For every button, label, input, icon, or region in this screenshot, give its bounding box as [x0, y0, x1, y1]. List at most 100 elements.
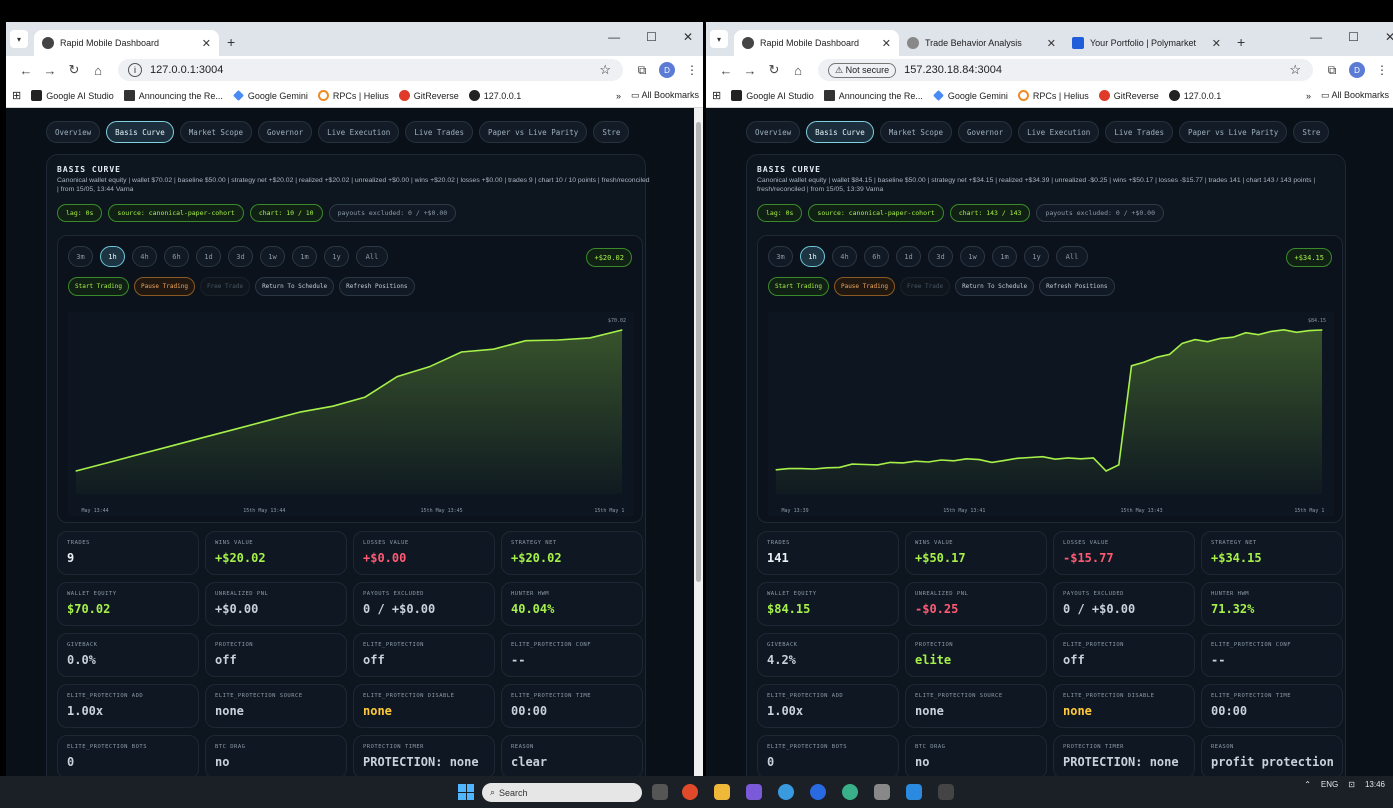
maximize-icon[interactable]: ☐ — [1348, 30, 1359, 44]
tab-stre[interactable]: Stre — [1293, 121, 1330, 143]
return-to-schedule-button[interactable]: Return To Schedule — [255, 277, 335, 296]
tab-governor[interactable]: Governor — [957, 121, 1013, 143]
range-3m[interactable]: 3m — [68, 246, 93, 267]
extensions-icon[interactable]: ⧉ — [1321, 63, 1343, 78]
close-window-icon[interactable]: ✕ — [683, 30, 693, 44]
task-view-icon[interactable] — [652, 784, 668, 800]
more-bookmarks-icon[interactable]: » — [616, 91, 621, 101]
range-1w[interactable]: 1w — [960, 246, 985, 267]
range-1y[interactable]: 1y — [324, 246, 349, 267]
range-all[interactable]: All — [1056, 246, 1088, 267]
app-icon[interactable] — [874, 784, 890, 800]
tab-search-icon[interactable]: ▾ — [710, 30, 728, 48]
range-6h[interactable]: 6h — [864, 246, 889, 267]
pause-trading-button[interactable]: Pause Trading — [833, 277, 895, 296]
bookmark-item[interactable]: 127.0.0.1 — [468, 90, 521, 101]
range-4h[interactable]: 4h — [132, 246, 157, 267]
bookmark-item[interactable]: RPCs | Helius — [1017, 90, 1089, 101]
network-icon[interactable]: ⊡ — [1348, 780, 1355, 789]
clock[interactable]: 13:46 — [1365, 780, 1385, 789]
range-1m[interactable]: 1m — [292, 246, 317, 267]
range-3m[interactable]: 3m — [768, 246, 793, 267]
tab-stre[interactable]: Stre — [593, 121, 630, 143]
reload-icon[interactable]: ↻ — [62, 62, 86, 78]
tab-market-scope[interactable]: Market Scope — [179, 121, 252, 143]
range-1d[interactable]: 1d — [896, 246, 921, 267]
start-trading-button[interactable]: Start Trading — [68, 277, 129, 296]
range-1d[interactable]: 1d — [196, 246, 221, 267]
refresh-positions-button[interactable]: Refresh Positions — [339, 277, 415, 296]
close-tab-icon[interactable]: ✕ — [202, 37, 211, 50]
home-icon[interactable]: ⌂ — [86, 63, 110, 78]
back-icon[interactable]: ← — [14, 63, 38, 78]
bookmark-item[interactable]: Google AI Studio — [31, 90, 114, 101]
range-all[interactable]: All — [356, 246, 388, 267]
close-tab-icon[interactable]: ✕ — [882, 37, 891, 50]
app-icon[interactable] — [810, 784, 826, 800]
range-3d[interactable]: 3d — [928, 246, 953, 267]
app-icon[interactable] — [682, 784, 698, 800]
tab-live-execution[interactable]: Live Execution — [318, 121, 400, 143]
tab-basis-curve[interactable]: Basis Curve — [806, 121, 874, 143]
site-info-icon[interactable]: i — [128, 63, 142, 77]
tab-governor[interactable]: Governor — [257, 121, 313, 143]
close-tab-icon[interactable]: ✕ — [1212, 37, 1221, 50]
tab-live-execution[interactable]: Live Execution — [1018, 121, 1100, 143]
start-trading-button[interactable]: Start Trading — [768, 277, 829, 296]
apps-icon[interactable]: ⊞ — [712, 89, 721, 102]
more-bookmarks-icon[interactable]: » — [1306, 91, 1311, 101]
browser-tab[interactable]: Rapid Mobile Dashboard ✕ — [734, 30, 899, 56]
app-icon[interactable] — [746, 784, 762, 800]
bookmark-star-icon[interactable]: ☆ — [599, 62, 611, 78]
scrollbar-thumb[interactable] — [696, 122, 701, 582]
bookmark-item[interactable]: Announcing the Re... — [123, 90, 223, 101]
address-bar[interactable]: ⚠ Not secure 157.230.18.84:3004 ☆ — [818, 59, 1313, 81]
tab-paper-vs-live-parity[interactable]: Paper vs Live Parity — [1179, 121, 1288, 143]
tray-chevron-icon[interactable]: ⌃ — [1304, 780, 1311, 789]
minimize-icon[interactable]: — — [1310, 30, 1322, 44]
tab-live-trades[interactable]: Live Trades — [405, 121, 473, 143]
free-trade-button[interactable]: Free Trade — [199, 277, 251, 296]
apps-icon[interactable]: ⊞ — [12, 89, 21, 102]
range-1y[interactable]: 1y — [1024, 246, 1049, 267]
range-4h[interactable]: 4h — [832, 246, 857, 267]
bookmark-item[interactable]: Google Gemini — [232, 90, 308, 101]
forward-icon[interactable]: → — [738, 63, 762, 78]
tab-market-scope[interactable]: Market Scope — [879, 121, 952, 143]
bookmark-item[interactable]: Google AI Studio — [731, 90, 814, 101]
range-1w[interactable]: 1w — [260, 246, 285, 267]
bookmark-star-icon[interactable]: ☆ — [1289, 62, 1301, 78]
profile-avatar[interactable]: D — [1349, 62, 1365, 78]
tab-paper-vs-live-parity[interactable]: Paper vs Live Parity — [479, 121, 588, 143]
bookmark-item[interactable]: RPCs | Helius — [317, 90, 389, 101]
terminal-icon[interactable] — [938, 784, 954, 800]
app-icon[interactable] — [906, 784, 922, 800]
bookmark-item[interactable]: Google Gemini — [932, 90, 1008, 101]
new-tab-button[interactable]: + — [1237, 34, 1245, 50]
menu-icon[interactable]: ⋮ — [1371, 63, 1393, 77]
bookmark-item[interactable]: 127.0.0.1 — [1168, 90, 1221, 101]
range-1h[interactable]: 1h — [100, 246, 125, 267]
edge-icon[interactable] — [842, 784, 858, 800]
return-to-schedule-button[interactable]: Return To Schedule — [955, 277, 1035, 296]
windows-start-icon[interactable] — [458, 784, 474, 800]
forward-icon[interactable]: → — [38, 63, 62, 78]
all-bookmarks[interactable]: ▭ All Bookmarks — [631, 90, 699, 101]
taskbar-search[interactable]: ⌕ Search — [482, 783, 642, 802]
close-tab-icon[interactable]: ✕ — [1047, 37, 1056, 50]
browser-tab[interactable]: Your Portfolio | Polymarket ✕ — [1064, 30, 1229, 56]
refresh-positions-button[interactable]: Refresh Positions — [1039, 277, 1115, 296]
profile-avatar[interactable]: D — [659, 62, 675, 78]
bookmark-item[interactable]: GitReverse — [1098, 90, 1159, 101]
minimize-icon[interactable]: — — [608, 30, 620, 44]
tab-overview[interactable]: Overview — [746, 121, 801, 143]
extensions-icon[interactable]: ⧉ — [631, 63, 653, 78]
range-3d[interactable]: 3d — [228, 246, 253, 267]
home-icon[interactable]: ⌂ — [786, 63, 810, 78]
browser-tab[interactable]: Trade Behavior Analysis ✕ — [899, 30, 1064, 56]
range-1m[interactable]: 1m — [992, 246, 1017, 267]
tab-basis-curve[interactable]: Basis Curve — [106, 121, 174, 143]
new-tab-button[interactable]: + — [227, 34, 235, 50]
range-1h[interactable]: 1h — [800, 246, 825, 267]
reload-icon[interactable]: ↻ — [762, 62, 786, 78]
